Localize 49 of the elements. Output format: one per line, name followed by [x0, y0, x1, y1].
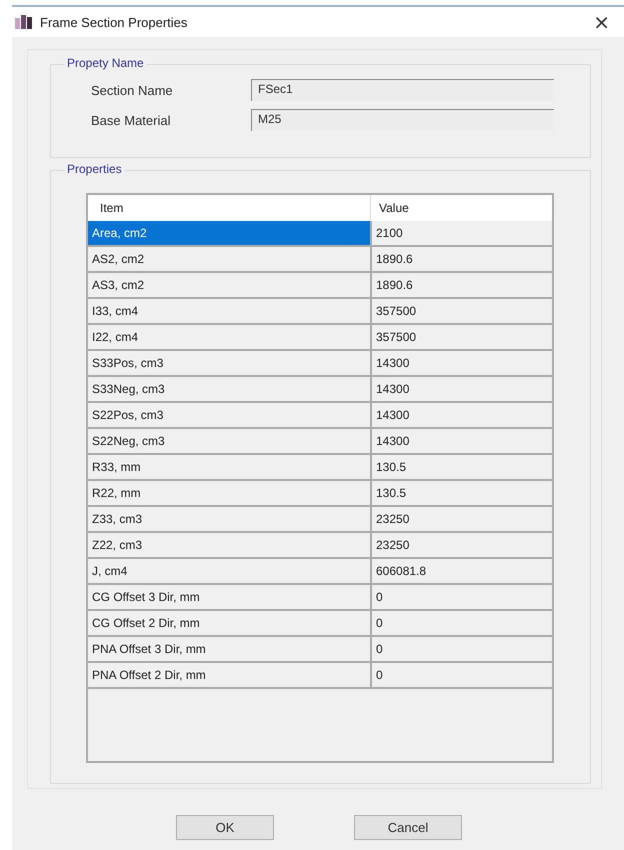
- input-field[interactable]: FSec1: [251, 79, 554, 101]
- input-field[interactable]: M25: [251, 109, 554, 131]
- table-cell[interactable]: CG Offset 2 Dir, mm: [88, 611, 370, 637]
- table-cell[interactable]: 14300: [370, 403, 552, 429]
- app-icon: [14, 14, 34, 30]
- table-cell[interactable]: I22, cm4: [88, 325, 370, 351]
- table-cell[interactable]: AS3, cm2: [88, 273, 370, 299]
- table-cell[interactable]: Z33, cm3: [88, 507, 370, 533]
- ok-button[interactable]: OK: [176, 815, 274, 840]
- table-cell[interactable]: Z22, cm3: [88, 533, 370, 559]
- group-title: Properties: [65, 162, 124, 176]
- table-cell[interactable]: 0: [370, 663, 552, 689]
- field-label: Base Material: [90, 112, 172, 128]
- table-cell[interactable]: 2100: [370, 221, 552, 247]
- table-cell[interactable]: PNA Offset 2 Dir, mm: [88, 663, 370, 689]
- table-cell[interactable]: CG Offset 3 Dir, mm: [88, 585, 370, 611]
- table-cell[interactable]: 357500: [370, 325, 552, 351]
- table-cell[interactable]: S33Neg, cm3: [88, 377, 370, 403]
- table-cell[interactable]: AS2, cm2: [88, 247, 370, 273]
- table-cell[interactable]: 1890.6: [370, 247, 552, 273]
- table-cell[interactable]: I33, cm4: [88, 299, 370, 325]
- table-cell[interactable]: S22Pos, cm3: [88, 403, 370, 429]
- table-cell[interactable]: J, cm4: [88, 559, 370, 585]
- table-cell[interactable]: 130.5: [370, 481, 552, 507]
- window-title: Frame Section Properties: [40, 14, 188, 30]
- table-cell[interactable]: 0: [370, 585, 552, 611]
- table-cell[interactable]: Area, cm2: [88, 221, 370, 247]
- table-cell[interactable]: 1890.6: [370, 273, 552, 299]
- group-title: Propety Name: [65, 56, 146, 70]
- table-cell[interactable]: PNA Offset 3 Dir, mm: [88, 637, 370, 663]
- cancel-button[interactable]: Cancel: [354, 815, 462, 840]
- table-cell[interactable]: 14300: [370, 351, 552, 377]
- table-cell[interactable]: 606081.8: [370, 559, 552, 585]
- table-cell[interactable]: R22, mm: [88, 481, 370, 507]
- table-cell[interactable]: 357500: [370, 299, 552, 325]
- table-cell[interactable]: 23250: [370, 533, 552, 559]
- close-button[interactable]: ×: [589, 11, 614, 33]
- table-cell[interactable]: S22Neg, cm3: [88, 429, 370, 455]
- column-header[interactable]: Item: [88, 195, 370, 221]
- table-cell[interactable]: 0: [370, 637, 552, 663]
- field-label: Section Name: [90, 82, 174, 98]
- table-cell[interactable]: S33Pos, cm3: [88, 351, 370, 377]
- table-cell[interactable]: 0: [370, 611, 552, 637]
- column-header[interactable]: Value: [370, 195, 552, 221]
- table-cell[interactable]: 23250: [370, 507, 552, 533]
- table-cell[interactable]: 14300: [370, 429, 552, 455]
- table-cell[interactable]: 130.5: [370, 455, 552, 481]
- table-cell[interactable]: 14300: [370, 377, 552, 403]
- table-cell[interactable]: R33, mm: [88, 455, 370, 481]
